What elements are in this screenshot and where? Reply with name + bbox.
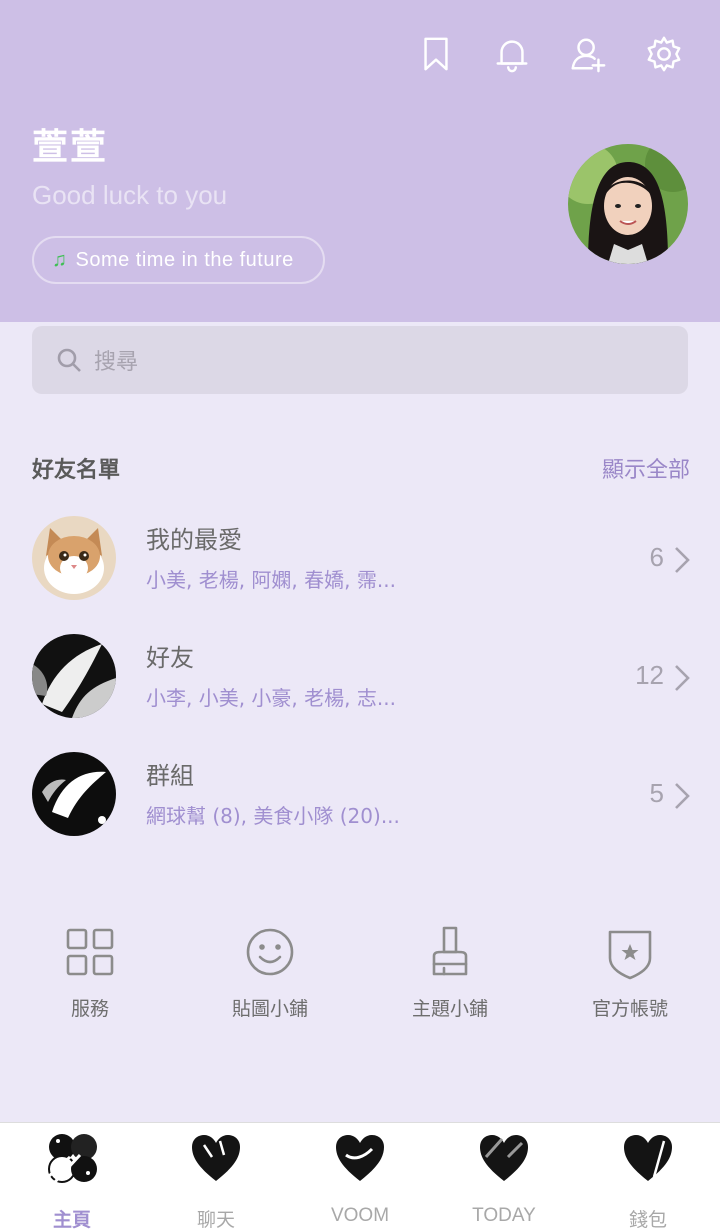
friend-group-title: 我的最愛 <box>146 526 242 554</box>
profile-header: 萱萱 Good luck to you ♫ Some time in the f… <box>0 0 720 322</box>
friend-group-title: 好友 <box>146 644 194 672</box>
tab-wallet[interactable]: 錢包 <box>576 1123 720 1232</box>
friend-group-count: 5 <box>649 778 664 808</box>
bell-icon[interactable] <box>492 32 532 76</box>
official-accounts-label: 官方帳號 <box>591 998 668 1020</box>
show-all-link[interactable]: 顯示全部 <box>602 452 690 484</box>
service-label: 服務 <box>70 998 109 1020</box>
tab-label: 錢包 <box>628 1210 667 1231</box>
brush-icon <box>432 926 468 976</box>
friend-group-groups[interactable]: 群組 網球幫 (8), 美食小隊 (20)... 5 <box>0 752 720 852</box>
friend-group-friends[interactable]: 好友 小李, 小美, 小豪, 老楊, 志... 12 <box>0 634 720 734</box>
home-clover-icon <box>46 1134 97 1185</box>
shield-star-icon <box>608 930 652 980</box>
services-row: 服務 貼圖小鋪 主題小鋪 官方帳號 <box>0 922 720 1021</box>
heart-icon <box>624 1135 672 1181</box>
heart-icon <box>480 1135 528 1181</box>
tab-label: 聊天 <box>196 1210 235 1231</box>
sticker-shop-label: 貼圖小鋪 <box>231 998 308 1020</box>
friend-group-members: 小美, 老楊, 阿嫻, 春嬌, 霈... <box>146 568 396 592</box>
tab-label: 主頁 <box>52 1210 91 1231</box>
friend-group-favorites[interactable]: 我的最愛 小美, 老楊, 阿嫻, 春嬌, 霈... 6 <box>0 516 720 616</box>
profile-name[interactable]: 萱萱 <box>32 118 108 170</box>
profile-music-button[interactable]: ♫ Some time in the future <box>32 236 325 284</box>
chevron-right-icon <box>674 546 690 574</box>
friend-group-members: 小李, 小美, 小豪, 老楊, 志... <box>146 686 396 710</box>
friends-thumbnail <box>32 634 116 718</box>
friend-group-count: 6 <box>649 542 664 572</box>
smiley-icon <box>246 928 294 976</box>
grid-icon <box>66 928 114 976</box>
tab-label: VOOM <box>330 1205 390 1226</box>
theme-shop-label: 主題小鋪 <box>411 998 488 1020</box>
favorites-thumbnail <box>32 516 116 600</box>
tab-voom[interactable]: VOOM <box>288 1123 432 1232</box>
chevron-right-icon <box>674 664 690 692</box>
tab-home[interactable]: 主頁 <box>0 1123 144 1232</box>
friend-group-title: 群組 <box>146 762 194 790</box>
friends-section-title: 好友名單 <box>32 458 121 483</box>
add-friend-icon[interactable] <box>568 32 608 76</box>
header-toolbar <box>416 32 684 76</box>
search-placeholder: 搜尋 <box>94 350 139 375</box>
friend-group-members: 網球幫 (8), 美食小隊 (20)... <box>146 804 400 828</box>
music-title: Some time in the future <box>75 248 294 271</box>
official-accounts-button[interactable]: 官方帳號 <box>540 922 720 1021</box>
sticker-shop-button[interactable]: 貼圖小鋪 <box>180 922 360 1021</box>
search-icon <box>57 348 81 372</box>
groups-thumbnail <box>32 752 116 836</box>
theme-shop-button[interactable]: 主題小鋪 <box>360 922 540 1021</box>
heart-icon <box>336 1135 384 1181</box>
music-note-icon: ♫ <box>52 248 68 271</box>
heart-icon <box>192 1135 240 1181</box>
gear-icon[interactable] <box>644 32 684 76</box>
profile-avatar[interactable] <box>568 144 688 264</box>
bottom-tab-bar: 主頁 聊天 VOOM TODAY 錢包 <box>0 1122 720 1232</box>
friend-group-count: 12 <box>635 660 664 690</box>
tab-chat[interactable]: 聊天 <box>144 1123 288 1232</box>
chevron-right-icon <box>674 782 690 810</box>
profile-status[interactable]: Good luck to you <box>32 180 227 211</box>
search-bar[interactable]: 搜尋 <box>32 326 688 394</box>
tab-today[interactable]: TODAY <box>432 1123 576 1232</box>
service-button[interactable]: 服務 <box>0 922 180 1021</box>
tab-label: TODAY <box>472 1205 536 1226</box>
bookmark-icon[interactable] <box>416 32 456 76</box>
